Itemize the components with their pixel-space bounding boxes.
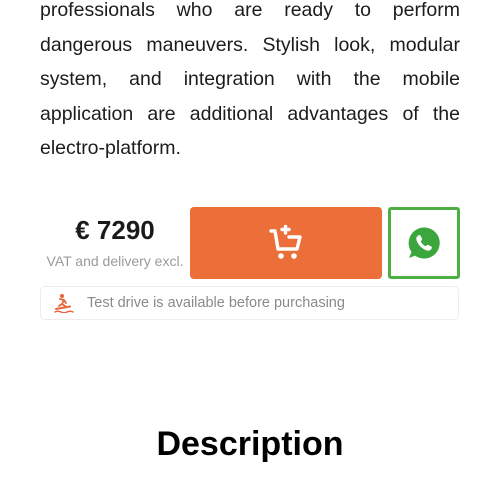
whatsapp-button[interactable] [388, 207, 460, 279]
test-drive-label: Test drive is available before purchasin… [87, 295, 345, 311]
add-to-cart-icon [269, 225, 302, 259]
price-value: € 7290 [75, 215, 155, 245]
whatsapp-icon [408, 227, 440, 259]
product-description-text: professionals who are ready to perform d… [40, 0, 460, 159]
surfer-icon [54, 293, 74, 313]
price-note: VAT and delivery excl. [46, 253, 184, 269]
add-to-cart-button[interactable] [190, 207, 382, 279]
price-block: € 7290 VAT and delivery excl. [40, 207, 190, 279]
description-heading: Description [156, 425, 344, 463]
test-drive-notice: Test drive is available before purchasin… [40, 286, 459, 320]
